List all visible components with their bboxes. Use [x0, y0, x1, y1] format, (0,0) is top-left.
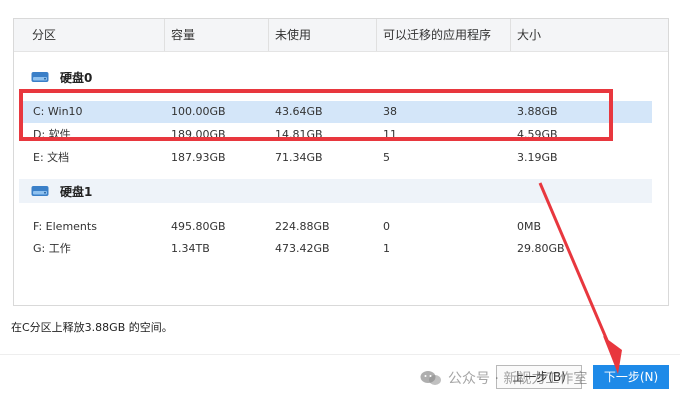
cell-size: 3.88GB — [517, 105, 558, 118]
cell-apps: 5 — [383, 151, 390, 164]
window-top-edge — [0, 0, 680, 18]
cell-partition: F: Elements — [33, 220, 97, 233]
table-header: 分区 容量 未使用 可以迁移的应用程序 大小 — [14, 19, 668, 52]
hard-disk-icon — [31, 72, 49, 82]
disk-group-label: 硬盘0 — [60, 70, 93, 85]
cell-unused: 14.81GB — [275, 128, 323, 141]
table-row[interactable]: D: 软件 189.00GB 14.81GB 11 4.59GB — [19, 124, 652, 146]
cell-size: 4.59GB — [517, 128, 558, 141]
column-header-apps[interactable]: 可以迁移的应用程序 — [376, 19, 510, 51]
cell-apps: 0 — [383, 220, 390, 233]
cell-size: 0MB — [517, 220, 542, 233]
cell-partition: C: Win10 — [33, 105, 83, 118]
watermark: 公众号 · 新视力工作室 — [420, 366, 680, 390]
disk-group-header: 硬盘1 — [19, 179, 652, 203]
disk-group-label: 硬盘1 — [60, 184, 93, 199]
cell-unused: 224.88GB — [275, 220, 330, 233]
cell-size: 3.19GB — [517, 151, 558, 164]
cell-partition: D: 软件 — [33, 128, 71, 141]
hard-disk-icon — [31, 186, 49, 196]
cell-capacity: 189.00GB — [171, 128, 226, 141]
cell-capacity: 495.80GB — [171, 220, 226, 233]
cell-capacity: 1.34TB — [171, 242, 210, 255]
table-row[interactable]: C: Win10 100.00GB 43.64GB 38 3.88GB — [19, 101, 652, 123]
partition-table: 分区 容量 未使用 可以迁移的应用程序 大小 硬盘0 C: Win10 100.… — [13, 18, 669, 306]
cell-unused: 473.42GB — [275, 242, 330, 255]
table-row[interactable]: G: 工作 1.34TB 473.42GB 1 29.80GB — [19, 238, 652, 260]
table-row[interactable]: E: 文档 187.93GB 71.34GB 5 3.19GB — [19, 147, 652, 169]
column-header-size[interactable]: 大小 — [510, 19, 650, 51]
cell-partition: G: 工作 — [33, 242, 71, 255]
disk-group-header: 硬盘0 — [19, 65, 652, 89]
cell-apps: 38 — [383, 105, 397, 118]
cell-apps: 11 — [383, 128, 397, 141]
table-row[interactable]: F: Elements 495.80GB 224.88GB 0 0MB — [19, 216, 652, 238]
column-header-partition[interactable]: 分区 — [14, 19, 164, 51]
cell-apps: 1 — [383, 242, 390, 255]
column-header-unused[interactable]: 未使用 — [268, 19, 376, 51]
watermark-text: 公众号 · 新视力工作室 — [448, 371, 588, 387]
status-message: 在C分区上释放3.88GB 的空间。 — [11, 321, 173, 334]
cell-unused: 71.34GB — [275, 151, 323, 164]
cell-capacity: 100.00GB — [171, 105, 226, 118]
cell-partition: E: 文档 — [33, 151, 70, 164]
cell-unused: 43.64GB — [275, 105, 323, 118]
cell-size: 29.80GB — [517, 242, 565, 255]
wechat-logo-icon — [420, 371, 441, 385]
column-header-capacity[interactable]: 容量 — [164, 19, 268, 51]
cell-capacity: 187.93GB — [171, 151, 226, 164]
